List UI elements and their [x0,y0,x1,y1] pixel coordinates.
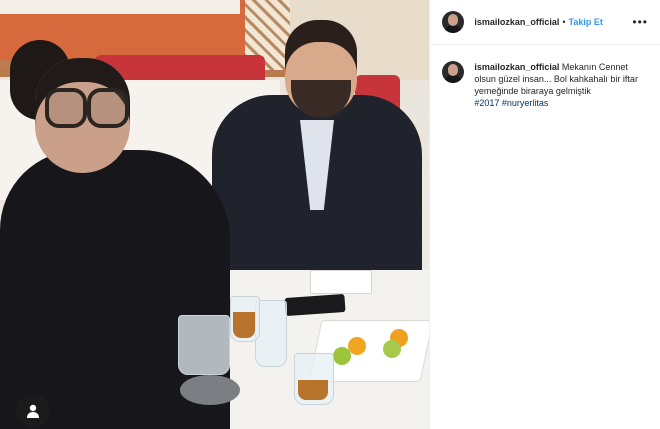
username-link[interactable]: ismailozkan_official [474,17,559,27]
follow-button[interactable]: Takip Et [569,17,603,27]
caption-username[interactable]: ismailozkan_official [474,62,559,72]
caption-text: ismailozkan_official Mekanın Cennet olsu… [474,61,648,109]
caption-row: ismailozkan_official Mekanın Cennet olsu… [430,45,660,109]
photo-fruit [383,340,401,358]
post-sidebar: ismailozkan_official • Takip Et ••• isma… [429,0,660,429]
photo-shelf [0,0,240,14]
tagged-user-icon [27,404,39,418]
caption-avatar[interactable] [442,61,465,83]
hashtag-link[interactable]: #2017 [474,98,499,108]
more-options-icon[interactable]: ••• [632,15,648,29]
photo-tea [233,312,255,338]
tagged-user-button[interactable] [16,394,50,428]
photo-fruit [348,337,366,355]
instagram-post: ismailozkan_official • Takip Et ••• isma… [0,0,660,429]
post-photo[interactable] [0,0,430,429]
photo-tea [298,380,328,400]
photo-tray [310,270,372,294]
photo-glass [178,315,230,375]
profile-avatar[interactable] [442,11,465,33]
photo-ashtray [180,375,240,405]
separator-dot: • [562,17,566,27]
photo-glasses [45,88,129,128]
hashtag-link[interactable]: #nuryerlitas [502,98,549,108]
post-header: ismailozkan_official • Takip Et ••• [430,0,660,45]
photo-fruit [333,347,351,365]
